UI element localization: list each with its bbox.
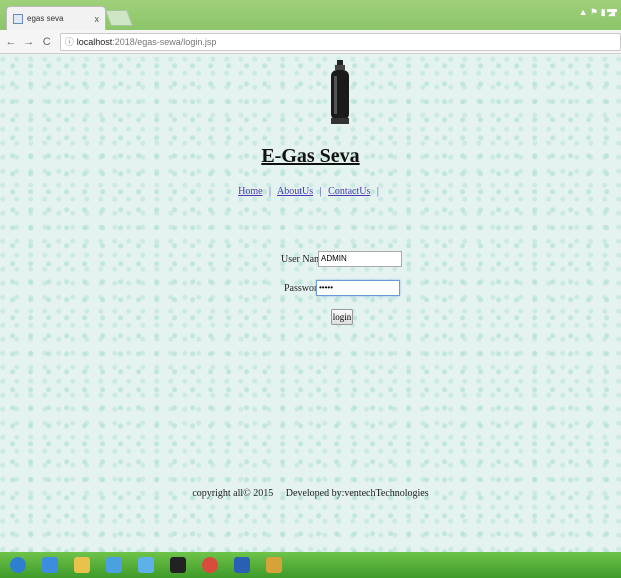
internet-explorer-icon [42, 557, 58, 573]
start-orb-taskbar-button[interactable] [4, 554, 32, 576]
nav-contactus-link[interactable]: ContactUs [328, 186, 370, 197]
login-button[interactable]: login [331, 309, 353, 325]
command-prompt-taskbar-button[interactable] [164, 554, 192, 576]
back-arrow-icon[interactable]: ← [4, 36, 18, 48]
paint-taskbar-button[interactable] [260, 554, 288, 576]
file-explorer-taskbar-button[interactable] [68, 554, 96, 576]
site-title: E-Gas Seva [261, 145, 360, 167]
reload-icon[interactable]: C [40, 36, 54, 48]
nav-separator: | [319, 186, 322, 197]
chrome-taskbar-button[interactable] [196, 554, 224, 576]
tab-title: egas seva [27, 14, 64, 23]
main-nav: Home | AboutUs | ContactUs | [0, 186, 621, 197]
browser-titlebar: egas seva x ▬ [0, 0, 621, 30]
password-input[interactable]: ••••• [316, 280, 400, 296]
browser-tab[interactable]: egas seva x [6, 6, 106, 30]
paint-icon [266, 557, 282, 573]
browser-toolbar: ← → C ⓘ localhost :2018/egas-sewa/login.… [0, 30, 621, 54]
nav-aboutus-link[interactable]: AboutUs [277, 186, 313, 197]
url-path: :2018/egas-sewa/login.jsp [112, 36, 217, 47]
gas-cylinder-icon [331, 60, 349, 124]
chrome-icon [202, 557, 218, 573]
word-icon [234, 557, 250, 573]
tab-close-icon[interactable]: x [95, 14, 100, 24]
new-tab-button[interactable] [105, 10, 133, 26]
username-input[interactable]: ADMIN [318, 251, 402, 267]
command-prompt-icon [170, 557, 186, 573]
nav-home-link[interactable]: Home [238, 186, 262, 197]
media-player-taskbar-button[interactable] [100, 554, 128, 576]
taskbar [0, 552, 621, 578]
page-content: E-Gas Seva Home | AboutUs | ContactUs | … [0, 55, 621, 552]
info-icon[interactable]: ⓘ [65, 35, 74, 48]
page-favicon-icon [13, 13, 23, 24]
nav-separator: | [376, 186, 379, 197]
network-icon [138, 557, 154, 573]
media-player-icon [106, 557, 122, 573]
address-bar[interactable]: ⓘ localhost :2018/egas-sewa/login.jsp [59, 32, 621, 51]
file-explorer-icon [74, 557, 90, 573]
internet-explorer-taskbar-button[interactable] [36, 554, 64, 576]
network-taskbar-button[interactable] [132, 554, 160, 576]
system-tray[interactable]: ▲ ⚑ ▮ ◢ [579, 7, 615, 18]
nav-separator: | [269, 186, 272, 197]
page-footer: copyright all© 2015 Developed by:ventech… [192, 488, 429, 499]
start-orb-icon [10, 557, 26, 573]
word-taskbar-button[interactable] [228, 554, 256, 576]
forward-arrow-icon[interactable]: → [22, 36, 36, 48]
url-host: localhost [76, 36, 113, 47]
